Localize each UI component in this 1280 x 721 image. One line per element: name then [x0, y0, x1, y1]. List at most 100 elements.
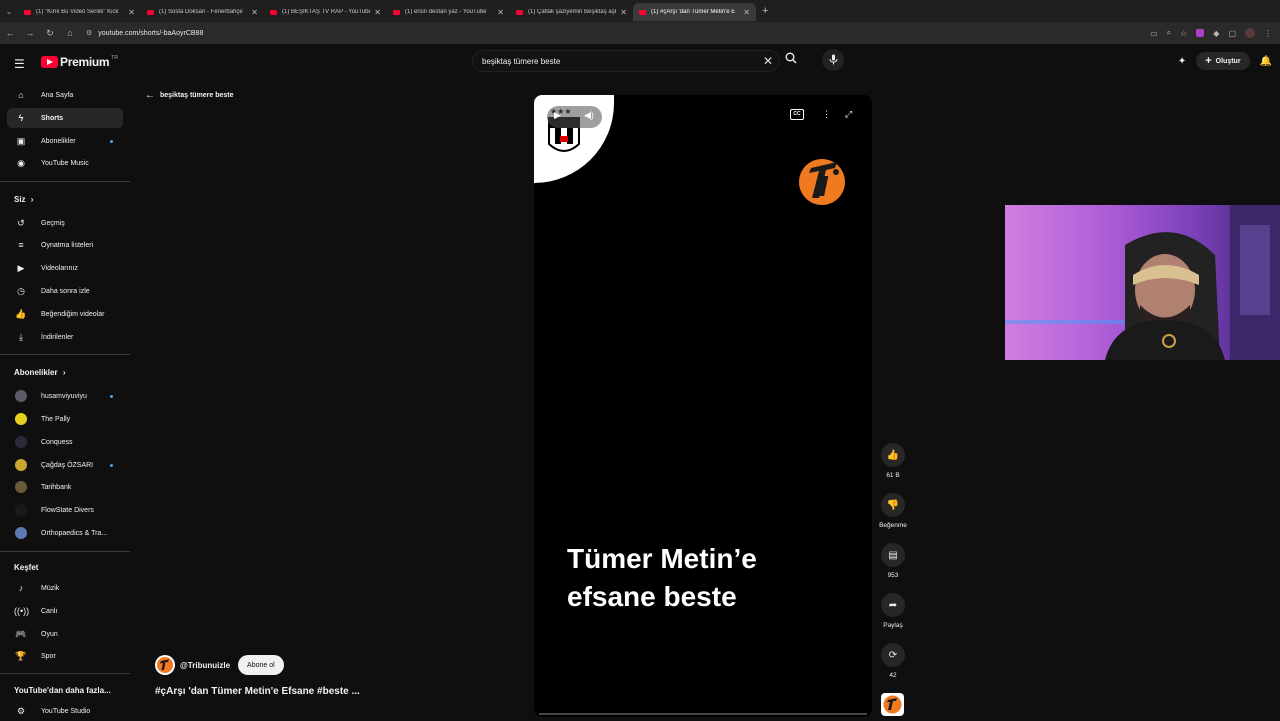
- create-button[interactable]: + Oluştur: [1196, 52, 1250, 70]
- shorts-player[interactable]: ★★★ ▶ ◀) CC ⋮ ⤢ Tümer Metin’e efsane bes…: [534, 95, 872, 717]
- watch-later-icon: ◷: [17, 285, 25, 296]
- share-button[interactable]: ➦ Paylaş: [876, 593, 910, 629]
- browser-tab[interactable]: (1) Sosta Doksan - Fenerbahçe ✕: [141, 3, 264, 21]
- sidebar-subscription[interactable]: Tarihbank: [7, 477, 123, 497]
- sidebar-item-music[interactable]: ◉ YouTube Music: [7, 153, 123, 173]
- sidebar-item-music-note[interactable]: ♪ Müzik: [7, 578, 123, 598]
- sidebar-subscription[interactable]: FlowState Divers: [7, 500, 123, 520]
- sidebar-subscription[interactable]: Orthopaedics & Tra...: [7, 523, 123, 543]
- browser-tab[interactable]: (1) "Kırık Bu Video Senlik" Kick ✕: [18, 3, 141, 21]
- mic-icon[interactable]: [822, 49, 844, 71]
- sidebar-item-label: Conquess: [41, 438, 73, 446]
- browser-tab[interactable]: (1) Çatlak şaziyemin Beşiktaş aşk ✕: [510, 3, 633, 21]
- music-icon: ◉: [17, 157, 25, 168]
- video-title[interactable]: #çArşı 'dan Tümer Metin'e Efsane #beste …: [155, 686, 360, 697]
- extensions-puzzle-icon[interactable]: ▢: [1228, 29, 1236, 38]
- url-field[interactable]: ⚙ youtube.com/shorts/-baAoyrCB88: [86, 25, 1150, 41]
- back-icon[interactable]: ←: [0, 28, 20, 38]
- sidebar-section-explore[interactable]: Keşfet: [14, 563, 38, 572]
- sidebar-item-trophy[interactable]: 🏆 Spor: [7, 646, 123, 666]
- sidebar-item-download[interactable]: ⤓ İndirilenler: [7, 327, 123, 347]
- sidebar-item-live[interactable]: ((•)) Canlı: [7, 601, 123, 621]
- notifications-icon[interactable]: 🔔: [1260, 56, 1272, 67]
- reload-icon[interactable]: ↻: [40, 28, 60, 39]
- sidebar-item-home[interactable]: ⌂ Ana Sayfa: [7, 85, 123, 105]
- tab-list-icon[interactable]: ⌄: [0, 7, 18, 16]
- sidebar-item-playlists[interactable]: ≡ Oynatma listeleri: [7, 235, 123, 255]
- close-tab-icon[interactable]: ✕: [497, 8, 504, 17]
- close-tab-icon[interactable]: ✕: [374, 8, 381, 17]
- site-info-icon[interactable]: ⚙: [86, 29, 92, 37]
- sidebar-item-your-videos[interactable]: ▶ Videolarınız: [7, 258, 123, 278]
- close-tab-icon[interactable]: ✕: [251, 8, 258, 17]
- sidebar-subscription[interactable]: Çağdaş ÖZSARI: [7, 455, 123, 475]
- forward-icon[interactable]: →: [20, 28, 40, 38]
- like-button[interactable]: 👍 61 B: [876, 443, 910, 479]
- sidebar-item-shorts[interactable]: ϟ Shorts: [7, 108, 123, 128]
- cast-connect-icon[interactable]: ✦: [1178, 56, 1186, 67]
- channel-thumbnail[interactable]: [881, 693, 904, 716]
- extension-icon[interactable]: [1196, 29, 1205, 37]
- bookmark-star-icon[interactable]: ☆: [1180, 29, 1187, 38]
- sidebar-item-studio[interactable]: ⚙ YouTube Studio: [7, 701, 123, 721]
- sidebar-item-watch-later[interactable]: ◷ Daha sonra izle: [7, 281, 123, 301]
- comments-button[interactable]: ▤ 953: [876, 543, 910, 579]
- channel-name[interactable]: @Tribunuizle: [180, 661, 230, 670]
- play-icon[interactable]: ▶: [554, 110, 561, 121]
- sidebar-section-you[interactable]: Siz ›: [14, 195, 33, 204]
- fullscreen-icon[interactable]: ⤢: [845, 109, 852, 120]
- channel-avatar: [15, 527, 27, 539]
- subscribe-button[interactable]: Abone ol: [238, 655, 284, 675]
- caption-line-2: efsane beste: [567, 581, 737, 612]
- tab-title: (1) Sosta Doksan - Fenerbahçe: [159, 9, 243, 15]
- plus-icon: +: [1205, 55, 1212, 67]
- back-to-search[interactable]: ← beşiktaş tümere beste: [145, 90, 234, 101]
- dislike-button[interactable]: 👎 Beğenme: [876, 493, 910, 529]
- search-input[interactable]: [482, 56, 763, 66]
- sidebar-item-gaming[interactable]: 🎮 Oyun: [7, 624, 123, 644]
- search-icon[interactable]: [785, 52, 797, 67]
- new-tab-button[interactable]: +: [762, 5, 768, 17]
- your-videos-icon: ▶: [17, 262, 25, 273]
- browser-menu-icon[interactable]: ⋮: [1264, 29, 1272, 38]
- captions-icon[interactable]: CC: [790, 109, 804, 120]
- chevron-right-icon: ›: [30, 195, 34, 204]
- profile-avatar[interactable]: [1245, 28, 1255, 38]
- cast-icon[interactable]: ▭: [1150, 29, 1158, 38]
- video-progress-bar[interactable]: [539, 713, 867, 715]
- clear-search-icon[interactable]: ✕: [763, 54, 773, 68]
- youtube-favicon-icon: [639, 9, 646, 15]
- browser-tab[interactable]: (1) #çArşı 'dan Tümer Metin'e E ✕: [633, 3, 756, 21]
- browser-tab[interactable]: (1) ersin destan yaz - YouTube ✕: [387, 3, 510, 21]
- close-tab-icon[interactable]: ✕: [128, 8, 135, 17]
- sidebar-section-more[interactable]: YouTube'dan daha fazla...: [14, 686, 111, 695]
- section-heading-label: YouTube'dan daha fazla...: [14, 686, 111, 695]
- remix-button[interactable]: ⟳ 42: [876, 643, 910, 679]
- volume-icon[interactable]: ◀): [584, 110, 594, 121]
- youtube-favicon-icon: [393, 9, 400, 15]
- sidebar-subscription[interactable]: Conquess: [7, 432, 123, 452]
- youtube-logo[interactable]: Premium TR: [41, 55, 118, 69]
- sidebar-item-history[interactable]: ↺ Geçmiş: [7, 213, 123, 233]
- menu-icon[interactable]: ☰: [14, 57, 25, 71]
- sidebar-item-label: Orthopaedics & Tra...: [41, 529, 108, 537]
- close-tab-icon[interactable]: ✕: [743, 8, 750, 17]
- sidebar-subscription[interactable]: husamviyuviyu: [7, 386, 123, 406]
- music-note-icon: ♪: [18, 583, 24, 593]
- sidebar-item-subscriptions[interactable]: ▣ Abonelikler: [7, 131, 123, 151]
- sidebar-divider: [0, 673, 130, 674]
- extension-diamond-icon[interactable]: ◆: [1213, 29, 1219, 38]
- close-tab-icon[interactable]: ✕: [620, 8, 627, 17]
- channel-avatar[interactable]: [155, 655, 175, 675]
- sidebar-section-subscriptions[interactable]: Abonelikler ›: [14, 368, 65, 377]
- sidebar-item-label: Abonelikler: [41, 137, 76, 145]
- sidebar-item-liked[interactable]: 👍 Beğendiğim videolar: [7, 304, 123, 324]
- zoom-icon[interactable]: ⌕: [1167, 28, 1171, 38]
- sidebar-item-label: Oynatma listeleri: [41, 241, 94, 249]
- sidebar-item-label: Müzik: [41, 584, 60, 592]
- more-options-icon[interactable]: ⋮: [822, 109, 831, 120]
- sidebar-item-label: Oyun: [41, 630, 58, 638]
- sidebar-subscription[interactable]: The Pally: [7, 409, 123, 429]
- home-icon[interactable]: ⌂: [60, 28, 80, 38]
- browser-tab[interactable]: (1) BEŞİKTAŞ TV RAP - YouTube ✕: [264, 3, 387, 21]
